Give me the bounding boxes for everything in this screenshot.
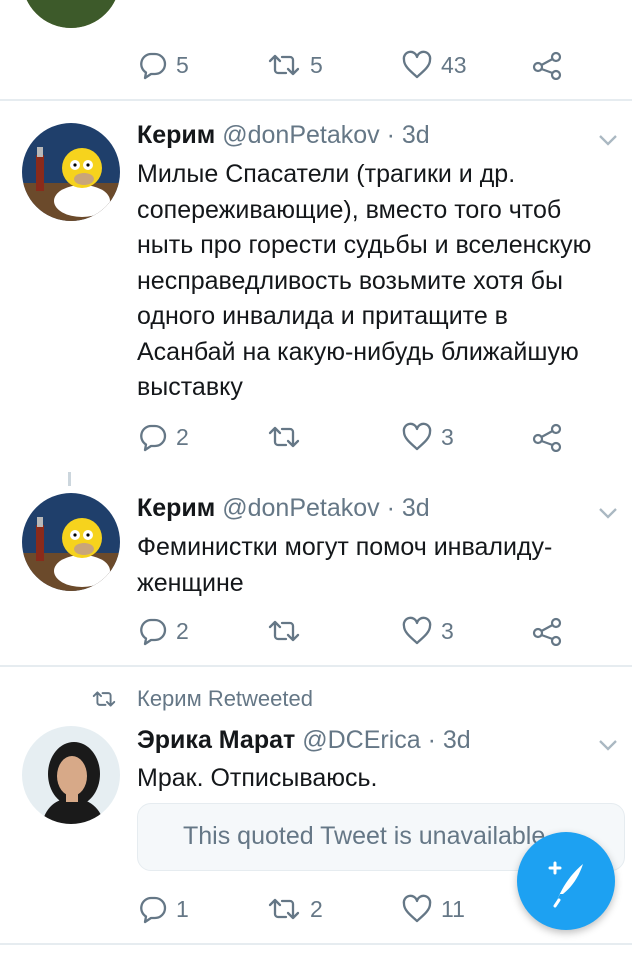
chevron-down-icon [599, 135, 617, 146]
retweet-icon [92, 691, 116, 707]
share-button[interactable] [532, 422, 564, 452]
share-icon [532, 617, 562, 646]
reply-count: 1 [176, 895, 189, 922]
timestamp: 3d [442, 726, 471, 754]
divider [0, 99, 632, 101]
user-handle[interactable]: @DCErica [302, 726, 420, 754]
retweet-icon [268, 620, 300, 642]
avatar[interactable] [22, 726, 120, 824]
reply-button[interactable]: 5 [138, 50, 189, 80]
retweet-icon [268, 426, 300, 448]
like-button[interactable]: 43 [401, 50, 467, 80]
share-icon [532, 423, 562, 452]
retweet-button[interactable] [266, 616, 302, 646]
chevron-down-icon [599, 508, 617, 519]
timestamp: 3d [401, 494, 430, 522]
display-name[interactable]: Керим [137, 494, 215, 522]
reply-button[interactable]: 2 [138, 616, 189, 646]
like-count: 3 [441, 617, 454, 644]
tweet-header: Керим @donPetakov · 3d [137, 494, 430, 523]
user-handle[interactable]: @donPetakov [222, 494, 379, 522]
like-button[interactable]: 11 [401, 894, 465, 924]
reply-icon [140, 618, 167, 646]
reply-button[interactable]: 2 [138, 422, 189, 452]
avatar[interactable] [22, 123, 120, 221]
reply-count: 2 [176, 617, 189, 644]
share-icon [532, 51, 562, 80]
retweet-button[interactable]: 5 [266, 50, 323, 80]
compose-tweet-button[interactable] [517, 832, 615, 930]
divider [0, 943, 632, 945]
heart-icon [402, 422, 432, 451]
tweet-text: Мрак. Отписываюсь. [137, 764, 378, 792]
heart-icon [402, 50, 432, 79]
like-count: 3 [441, 423, 454, 450]
heart-icon [402, 894, 432, 923]
tweet-text: Милые Спасатели (трагики и др. сопережив… [137, 160, 592, 401]
retweeted-by-label[interactable]: Керим Retweeted [137, 686, 313, 712]
retweet-button[interactable] [266, 422, 302, 452]
reply-count: 5 [176, 51, 189, 78]
retweet-count: 2 [310, 895, 323, 922]
separator: · [379, 494, 402, 522]
like-count: 11 [441, 895, 465, 922]
tweet-menu-button[interactable] [598, 738, 618, 752]
reply-button[interactable]: 1 [138, 894, 189, 924]
chevron-down-icon [599, 740, 617, 751]
separator: · [420, 726, 443, 754]
user-handle[interactable]: @donPetakov [222, 121, 379, 149]
retweet-context: Керим Retweeted [90, 686, 313, 712]
retweet-count: 5 [310, 51, 323, 78]
avatar[interactable] [22, 0, 120, 28]
timestamp: 3d [401, 121, 430, 149]
like-button[interactable]: 3 [401, 422, 454, 452]
tweet-text: Феминистки могут помоч инвалиду-женщине [137, 533, 553, 597]
compose-tweet-icon [548, 861, 583, 908]
heart-icon [402, 616, 432, 645]
tweet-header: Керим @donPetakov · 3d [137, 121, 430, 150]
retweet-button[interactable]: 2 [266, 894, 323, 924]
share-button[interactable] [532, 50, 564, 80]
share-button[interactable] [532, 616, 564, 646]
like-count: 43 [441, 51, 467, 78]
separator: · [379, 121, 402, 149]
avatar[interactable] [22, 493, 120, 591]
retweet-icon [268, 54, 300, 76]
reply-icon [140, 896, 167, 924]
divider [0, 665, 632, 667]
display-name[interactable]: Керим [137, 121, 215, 149]
tweet-menu-button[interactable] [598, 133, 618, 147]
reply-icon [140, 424, 167, 452]
tweet-header: Эрика Марат @DCErica · 3d [137, 726, 471, 755]
retweet-icon [268, 898, 300, 920]
display-name[interactable]: Эрика Марат [137, 726, 295, 754]
reply-icon [140, 52, 167, 80]
tweet-menu-button[interactable] [598, 506, 618, 520]
quoted-tweet-unavailable-text: This quoted Tweet is unavailable. [183, 822, 553, 850]
like-button[interactable]: 3 [401, 616, 454, 646]
thread-connector [68, 472, 71, 486]
reply-count: 2 [176, 423, 189, 450]
